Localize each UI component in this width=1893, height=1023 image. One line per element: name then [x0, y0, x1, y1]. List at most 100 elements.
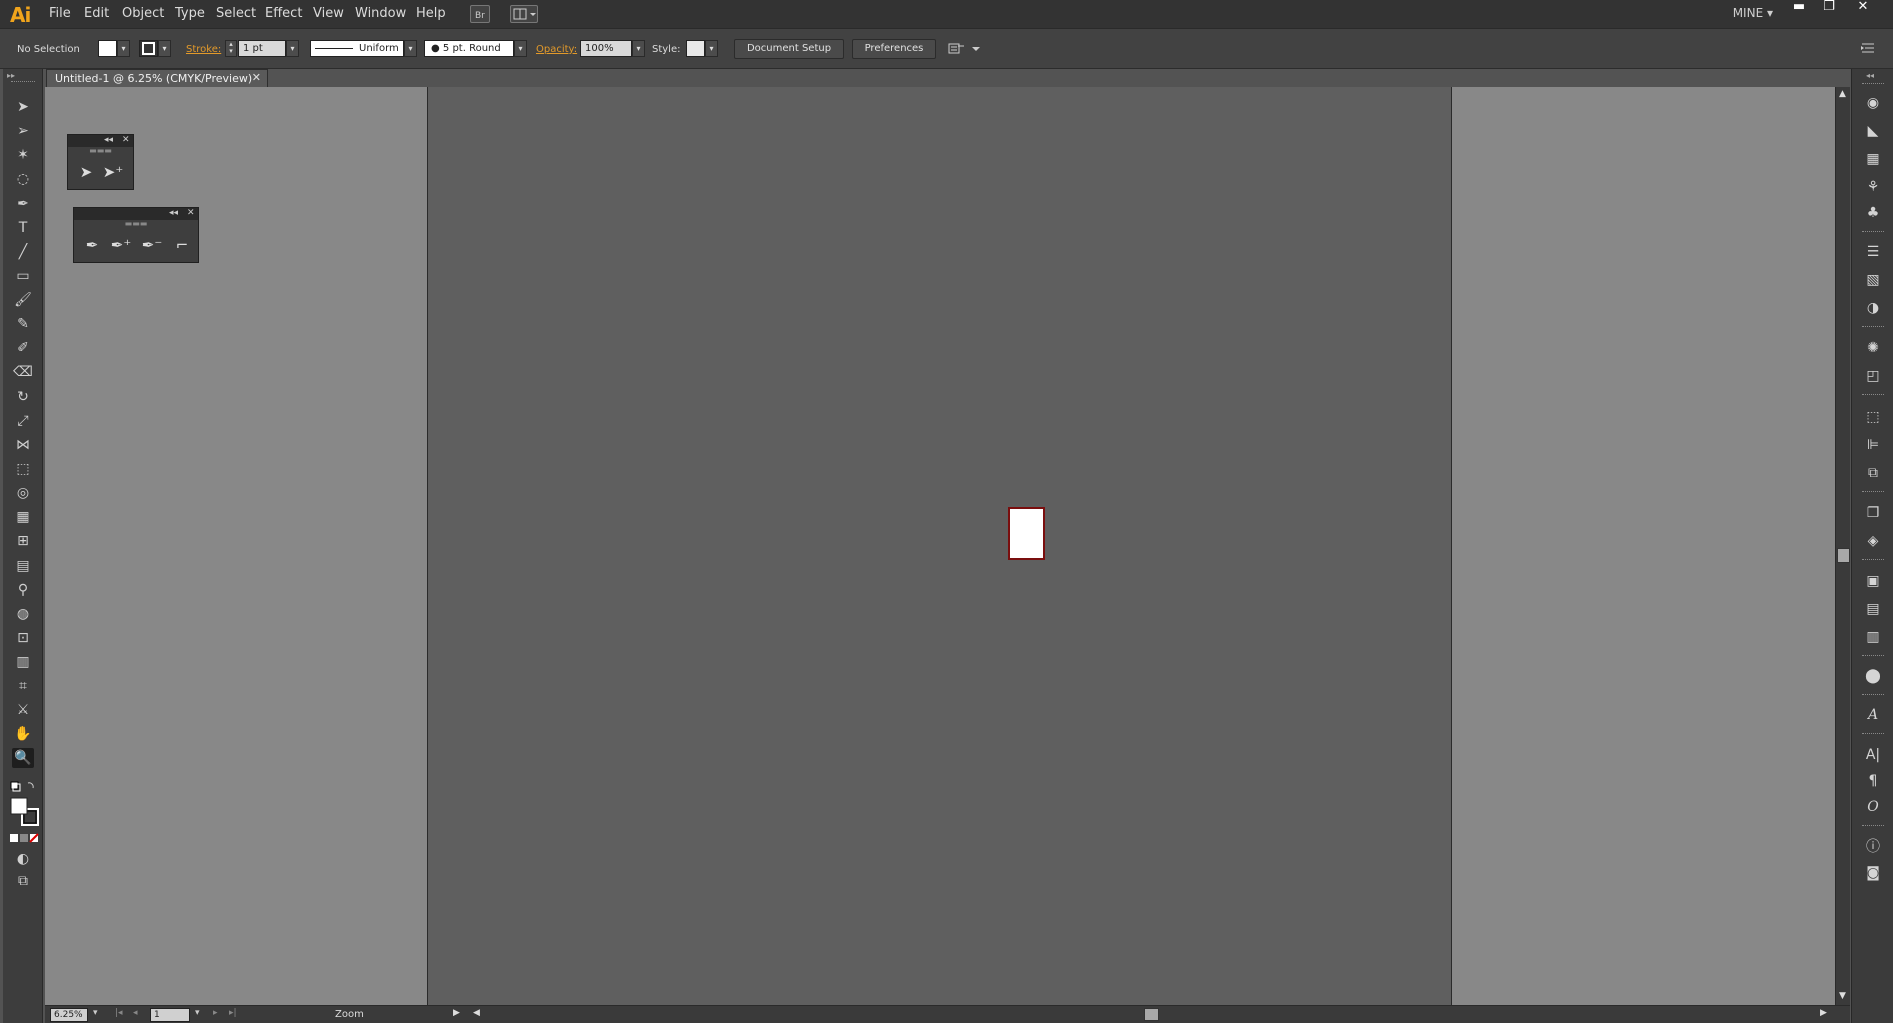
profile-dropdown-arrow[interactable]: ▾ [404, 40, 417, 57]
selection-tool-icon[interactable]: ➤ [74, 161, 98, 183]
dock-grip[interactable] [1862, 83, 1884, 86]
eyedropper-tool-icon[interactable]: ⚲ [12, 580, 34, 600]
panel-menu-icon[interactable] [1860, 41, 1876, 58]
scroll-up-icon[interactable]: ▲ [1839, 89, 1846, 99]
selection-tools-floating-panel[interactable]: ◂◂ ✕ ▬▬▬ ➤ ➤⁺ [67, 134, 134, 190]
menu-window[interactable]: Window [355, 6, 406, 21]
info-icon[interactable]: ⓘ [1862, 837, 1884, 857]
line-segment-tool-icon[interactable]: ╱ [12, 242, 34, 262]
horizontal-scroll-thumb[interactable] [1144, 1008, 1159, 1021]
first-artboard-icon[interactable]: |◂ [115, 1008, 123, 1018]
stroke-icon[interactable]: ☰ [1862, 242, 1884, 262]
panel-grip[interactable]: ▬▬▬ [74, 220, 198, 228]
swatches-icon[interactable]: ▦ [1862, 149, 1884, 169]
panel-collapse-icon[interactable]: ◂◂ [104, 135, 113, 145]
navigator-icon[interactable]: ⬤ [1862, 666, 1884, 686]
pen-tool-icon[interactable]: ✒ [80, 234, 104, 256]
last-artboard-icon[interactable]: ▸| [229, 1008, 237, 1018]
vertical-scrollbar[interactable]: ▲ ▼ [1835, 87, 1850, 1005]
fill-dropdown-arrow[interactable]: ▾ [117, 40, 130, 57]
fill-swatch[interactable] [98, 40, 117, 57]
group-selection-tool-icon[interactable]: ➤⁺ [101, 161, 125, 183]
gradient-tool-icon[interactable]: ▤ [12, 556, 34, 576]
fill-stroke-swatches[interactable] [10, 797, 40, 830]
free-transform-tool-icon[interactable]: ⬚ [12, 459, 34, 479]
default-fill-stroke-icon[interactable] [10, 781, 38, 796]
mesh-tool-icon[interactable]: ⊞ [12, 531, 34, 551]
character-icon[interactable]: A| [1862, 745, 1884, 765]
menu-effect[interactable]: Effect [265, 6, 302, 21]
artboards-icon[interactable]: ❐ [1862, 503, 1884, 523]
brush-definition-dropdown[interactable]: ● 5 pt. Round [424, 40, 514, 57]
scroll-left-icon[interactable]: ◀ [473, 1008, 480, 1018]
artboard-dropdown-arrow[interactable]: ▾ [195, 1008, 200, 1018]
hand-tool-icon[interactable]: ✋ [12, 724, 34, 744]
menu-type[interactable]: Type [175, 6, 205, 21]
workspace-switcher[interactable]: MINE ▾ [1733, 6, 1773, 20]
magic-wand-tool-icon[interactable]: ✶ [12, 145, 34, 165]
layers-icon[interactable]: ◈ [1862, 531, 1884, 551]
screen-mode-icon[interactable]: ⧉ [12, 871, 34, 891]
slice-tool-icon[interactable]: ⚔ [12, 700, 34, 720]
transform-icon[interactable]: ⬚ [1862, 407, 1884, 427]
selection-tool-icon[interactable]: ➤ [12, 97, 34, 117]
pen-tools-floating-panel[interactable]: ◂◂ ✕ ▬▬▬ ✒ ✒⁺ ✒⁻ ⌐ [73, 207, 199, 263]
paragraph-icon[interactable]: ¶ [1862, 771, 1884, 791]
collapse-tools-icon[interactable]: ▸▸ [7, 71, 15, 80]
rotate-tool-icon[interactable]: ↻ [12, 387, 34, 407]
direct-selection-tool-icon[interactable]: ➢ [12, 121, 34, 141]
artboard-tool-icon[interactable]: ⌗ [12, 676, 34, 696]
menu-select[interactable]: Select [216, 6, 256, 21]
expand-panels-icon[interactable]: ◂◂ [1866, 71, 1874, 80]
scroll-down-icon[interactable]: ▼ [1839, 991, 1846, 1001]
brush-dropdown-arrow[interactable]: ▾ [514, 40, 527, 57]
menu-view[interactable]: View [313, 6, 344, 21]
document-options-icon[interactable] [948, 41, 984, 60]
artboard[interactable] [1008, 507, 1045, 560]
canvas[interactable]: ◂◂ ✕ ▬▬▬ ➤ ➤⁺ ◂◂ ✕ ▬▬▬ ✒ ✒⁺ ✒⁻ ⌐ [45, 87, 1835, 1005]
color-guide-icon[interactable]: ◉ [1862, 93, 1884, 113]
scroll-right-icon[interactable]: ▶ [1820, 1008, 1827, 1018]
type-tool-icon[interactable]: T [12, 218, 34, 238]
draw-mode-icon[interactable]: ◐ [12, 849, 34, 869]
symbol-sprayer-tool-icon[interactable]: ⊡ [12, 628, 34, 648]
stroke-swatch-dropdown-arrow[interactable]: ▾ [158, 40, 171, 57]
shape-builder-tool-icon[interactable]: ◎ [12, 483, 34, 503]
close-button[interactable]: ✕ [1849, 0, 1877, 16]
scale-tool-icon[interactable]: ⤢ [12, 411, 34, 431]
style-dropdown-arrow[interactable]: ▾ [705, 40, 718, 57]
zoom-dropdown-arrow[interactable]: ▾ [93, 1008, 98, 1018]
zoom-level-field[interactable]: 6.25% [50, 1008, 88, 1022]
opacity-label[interactable]: Opacity: [536, 44, 577, 55]
gradient-icon[interactable]: ▧ [1862, 270, 1884, 290]
opacity-dropdown-arrow[interactable]: ▾ [632, 40, 645, 57]
menu-help[interactable]: Help [416, 6, 446, 21]
minimize-button[interactable]: ▬ [1785, 0, 1813, 16]
status-menu-arrow[interactable]: ▶ [453, 1008, 460, 1018]
stroke-weight-stepper[interactable]: ▴ ▾ [225, 40, 237, 57]
arrange-documents-icon[interactable] [510, 5, 538, 23]
maximize-button[interactable]: ❐ [1815, 0, 1843, 16]
perspective-grid-tool-icon[interactable]: ▦ [12, 507, 34, 527]
menu-file[interactable]: File [49, 6, 71, 21]
document-tab[interactable]: Untitled-1 @ 6.25% (CMYK/Preview) ✕ [46, 69, 268, 87]
pen-tool-icon[interactable]: ✒ [12, 194, 34, 214]
delete-anchor-point-tool-icon[interactable]: ✒⁻ [140, 234, 164, 256]
stroke-weight-dropdown-arrow[interactable]: ▾ [286, 40, 299, 57]
panel-close-icon[interactable]: ✕ [187, 208, 195, 218]
transparency-icon[interactable]: ◑ [1862, 298, 1884, 318]
rectangle-tool-icon[interactable]: ▭ [12, 266, 34, 286]
page-area[interactable] [427, 87, 1452, 1005]
opentype-icon[interactable]: O [1862, 797, 1884, 817]
brushes-icon[interactable]: ⚘ [1862, 177, 1884, 197]
document-setup-button[interactable]: Document Setup [734, 39, 844, 59]
bridge-icon[interactable]: Br [470, 5, 490, 23]
paintbrush-tool-icon[interactable]: 🖌 [12, 290, 34, 310]
links-icon[interactable]: ▤ [1862, 599, 1884, 619]
next-artboard-icon[interactable]: ▸ [213, 1008, 218, 1018]
artboard-number-field[interactable]: 1 [150, 1008, 190, 1022]
color-icon[interactable]: ◣ [1862, 121, 1884, 141]
vertical-scroll-thumb[interactable] [1837, 548, 1850, 563]
panel-close-icon[interactable]: ✕ [122, 135, 130, 145]
actions-icon[interactable]: ◙ [1862, 863, 1884, 883]
